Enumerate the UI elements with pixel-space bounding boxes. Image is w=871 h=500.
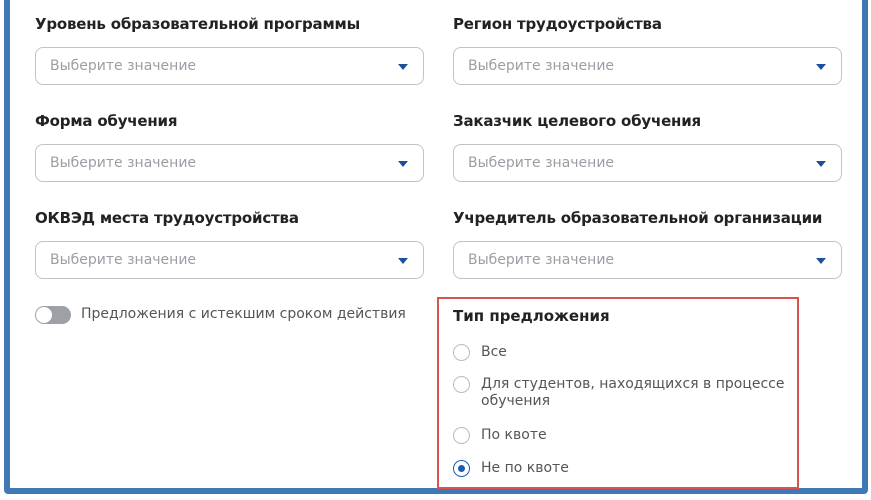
radio-circle-icon: [453, 376, 470, 393]
radio-label: Для студентов, находящихся в процессе об…: [481, 376, 785, 409]
select-placeholder: Выберите значение: [50, 252, 197, 268]
field-label-study-form: Форма обучения: [35, 112, 178, 130]
caret-down-icon: [816, 161, 826, 167]
offer-type-title: Тип предложения: [453, 307, 610, 325]
region-select[interactable]: Выберите значение: [453, 47, 842, 85]
select-placeholder: Выберите значение: [50, 155, 197, 171]
radio-label: Все: [481, 344, 507, 360]
radio-label: По квоте: [481, 427, 547, 443]
expired-offers-toggle[interactable]: [35, 306, 71, 324]
select-placeholder: Выберите значение: [468, 252, 615, 268]
radio-all[interactable]: Все: [453, 344, 801, 361]
radio-label: Не по квоте: [481, 460, 569, 476]
field-label-founder: Учредитель образовательной организации: [453, 209, 823, 227]
select-placeholder: Выберите значение: [50, 58, 197, 74]
radio-students[interactable]: Для студентов, находящихся в процессе об…: [453, 376, 801, 410]
radio-circle-icon: [453, 427, 470, 444]
radio-non-quota[interactable]: Не по квоте: [453, 460, 801, 477]
caret-down-icon: [398, 64, 408, 70]
caret-down-icon: [398, 258, 408, 264]
customer-select[interactable]: Выберите значение: [453, 144, 842, 182]
radio-quota[interactable]: По квоте: [453, 427, 801, 444]
study-form-select[interactable]: Выберите значение: [35, 144, 424, 182]
caret-down-icon: [816, 64, 826, 70]
select-placeholder: Выберите значение: [468, 58, 615, 74]
expired-offers-label: Предложения с истекшим сроком действия: [81, 306, 406, 322]
select-placeholder: Выберите значение: [468, 155, 615, 171]
caret-down-icon: [398, 161, 408, 167]
field-label-region: Регион трудоустройства: [453, 15, 662, 33]
field-label-okved: ОКВЭД места трудоустройства: [35, 209, 299, 227]
radio-selected-icon: [453, 460, 470, 477]
founder-select[interactable]: Выберите значение: [453, 241, 842, 279]
program-level-select[interactable]: Выберите значение: [35, 47, 424, 85]
field-label-program-level: Уровень образовательной программы: [35, 15, 360, 33]
field-label-customer: Заказчик целевого обучения: [453, 112, 701, 130]
toggle-knob: [36, 307, 52, 323]
caret-down-icon: [816, 258, 826, 264]
radio-circle-icon: [453, 344, 470, 361]
okved-select[interactable]: Выберите значение: [35, 241, 424, 279]
